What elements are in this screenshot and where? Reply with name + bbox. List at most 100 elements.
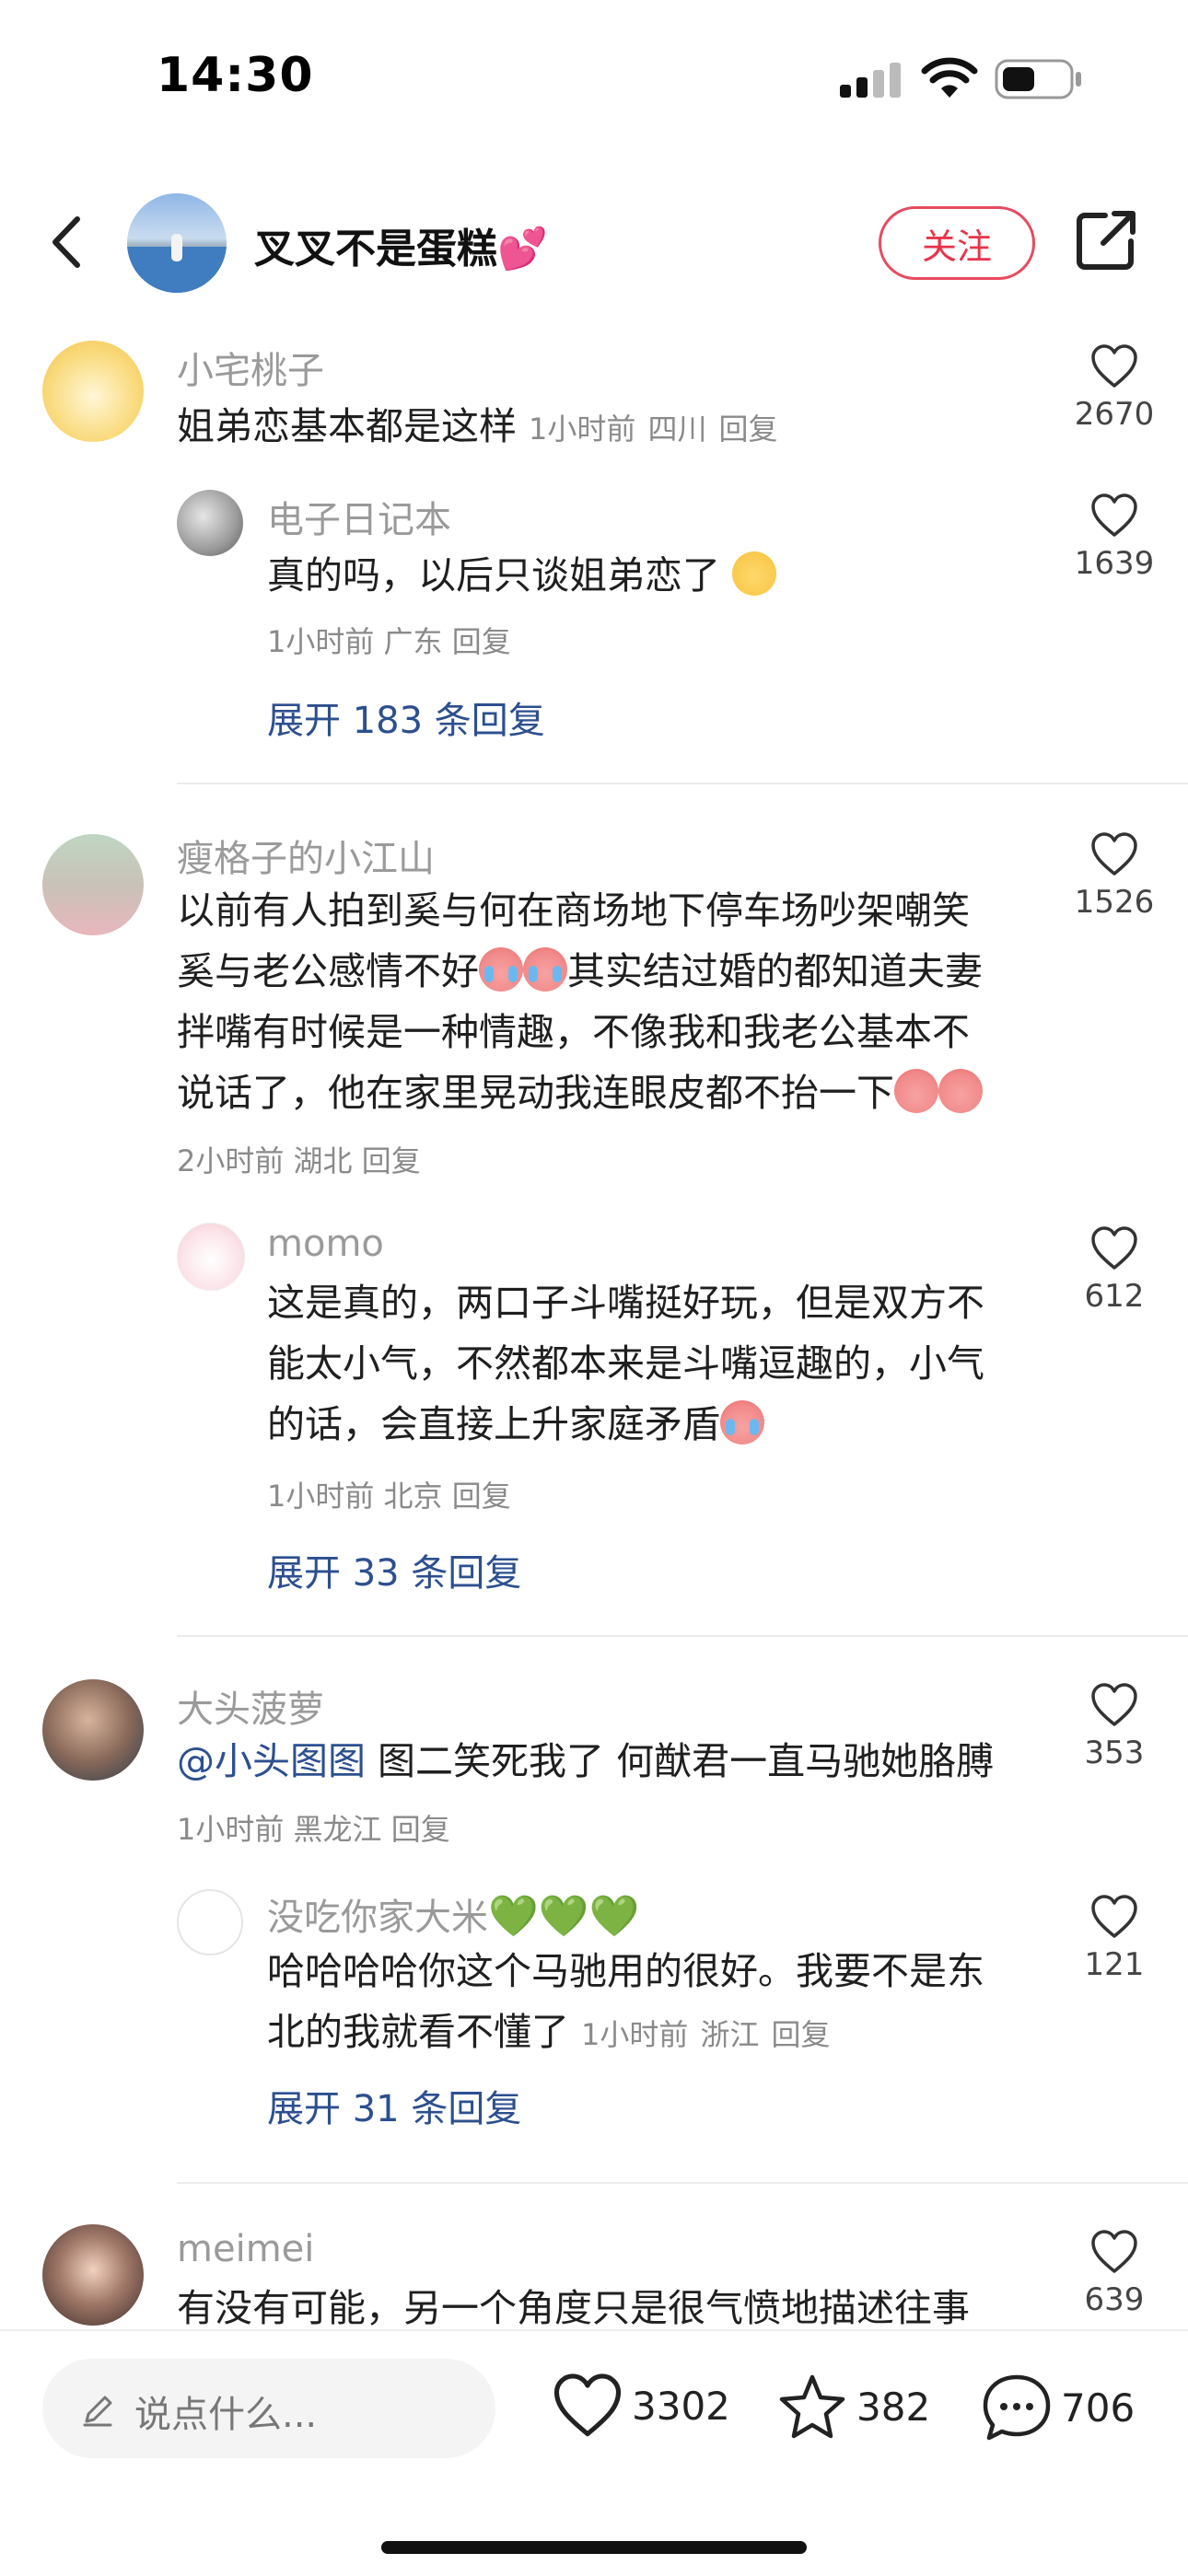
reply-time: 1小时前	[581, 2017, 689, 2052]
comment-line: 拌嘴有时候是一种情趣，不像我和我老公基本不	[177, 1010, 970, 1054]
comment-text[interactable]: 以前有人拍到奚与何在商场地下停车场吵架嘲笑 奚与老公感情不好 其实结过婚的都知道夫…	[177, 880, 1042, 1123]
share-icon[interactable]	[1074, 208, 1138, 273]
green-hearts: 💚💚💚	[488, 1893, 640, 1940]
home-indicator[interactable]	[381, 2541, 807, 2554]
status-time: 14:30	[157, 48, 314, 103]
reply-username[interactable]: 没吃你家大米💚💚💚	[267, 1887, 639, 1941]
status-bar: 14:30	[0, 0, 1188, 157]
heart-icon	[1091, 344, 1137, 388]
avatar[interactable]	[177, 1223, 245, 1291]
favorite-stat-button[interactable]: 382	[777, 2373, 930, 2440]
comment-input[interactable]: 说点什么...	[42, 2359, 495, 2458]
reply-link[interactable]: 回复	[362, 1143, 421, 1178]
reply-link[interactable]: 回复	[391, 1812, 450, 1847]
like-button[interactable]: 353	[1068, 1683, 1160, 1771]
mention-link[interactable]: @小头图图	[177, 1739, 366, 1783]
comment-line-part: 奚与老公感情不好	[177, 949, 479, 993]
comment-line: 以前有人拍到奚与何在商场地下停车场吵架嘲笑	[177, 888, 970, 933]
reply-link[interactable]: 回复	[719, 412, 778, 447]
heart-icon	[1091, 1683, 1137, 1726]
follow-button[interactable]: 关注	[879, 206, 1035, 280]
like-button[interactable]: 1639	[1068, 493, 1160, 582]
reply-text[interactable]: 这是真的，两口子斗嘴挺好玩，但是双方不 能太小气，不然都本来是斗嘴逗趣的，小气 …	[267, 1272, 1022, 1455]
expand-replies-button[interactable]: 展开 33 条回复	[267, 1543, 521, 1596]
comment-bubble-icon	[983, 2374, 1051, 2441]
comment-time: 2小时前	[177, 1143, 285, 1178]
emoji-icon	[894, 1069, 938, 1113]
emoji-icon	[938, 1069, 983, 1113]
reply-meta: 1小时前 广东 回复	[267, 619, 511, 661]
reply-line: 能太小气，不然都本来是斗嘴逗趣的，小气	[267, 1341, 984, 1386]
reply-line-part: 的话，会直接上升家庭矛盾	[267, 1402, 720, 1446]
comment-time: 1小时前	[177, 1812, 285, 1847]
like-button[interactable]: 639	[1068, 2230, 1160, 2318]
comment-location: 四川	[647, 412, 707, 447]
crying-emoji-icon	[523, 947, 567, 992]
comment-username[interactable]: meimei	[177, 2228, 314, 2270]
avatar[interactable]	[177, 1889, 243, 1955]
heart-icon	[1091, 2230, 1137, 2273]
comment-stat-button[interactable]: 706	[982, 2373, 1135, 2442]
like-button[interactable]: 612	[1068, 1226, 1160, 1315]
like-button[interactable]: 2670	[1068, 344, 1160, 433]
like-count: 2670	[1074, 396, 1155, 433]
reply-link[interactable]: 回复	[452, 1479, 511, 1514]
avatar[interactable]	[42, 2224, 144, 2326]
emoji-icon	[732, 551, 777, 596]
like-button[interactable]: 121	[1068, 1895, 1160, 1983]
like-stat-button[interactable]: 3302	[553, 2373, 730, 2438]
comment-meta: 2小时前 湖北 回复	[177, 1138, 421, 1180]
comment-total: 706	[1061, 2385, 1136, 2431]
reply-text[interactable]: 真的吗，以后只谈姐弟恋了	[267, 545, 777, 606]
comment-line: 奚与老公感情不好 其实结过婚的都知道夫妻	[177, 941, 1042, 1002]
avatar[interactable]	[42, 834, 144, 935]
like-count: 121	[1084, 1946, 1145, 1983]
reply-username[interactable]: momo	[267, 1223, 384, 1265]
favorite-total: 382	[856, 2384, 931, 2430]
back-icon[interactable]	[37, 210, 101, 274]
heart-icon	[553, 2373, 622, 2437]
reply-link[interactable]: 回复	[772, 2017, 831, 2052]
wifi-icon	[921, 57, 978, 98]
reply-body: 真的吗，以后只谈姐弟恋了	[267, 553, 720, 598]
reply-link[interactable]: 回复	[452, 624, 511, 659]
comment-meta: 1小时前 黑龙江 回复	[177, 1806, 450, 1849]
like-count: 1639	[1074, 545, 1155, 582]
reply-line: 这是真的，两口子斗嘴挺好玩，但是双方不	[267, 1281, 984, 1325]
comment-time: 1小时前	[529, 412, 636, 447]
comment-location: 黑龙江	[293, 1812, 382, 1847]
comment-username[interactable]: 瘦格子的小江山	[177, 829, 435, 882]
like-total: 3302	[632, 2383, 730, 2429]
avatar[interactable]	[42, 1679, 144, 1781]
comment-username[interactable]: 小宅桃子	[177, 341, 324, 394]
author-avatar[interactable]	[127, 193, 227, 293]
reply-line: 北的我就看不懂了 1小时前 浙江 回复	[267, 2002, 1022, 2065]
comment-text[interactable]: @小头图图 图二笑死我了 何猷君一直马驰她胳膊	[177, 1731, 994, 1792]
expand-replies-button[interactable]: 展开 183 条回复	[267, 690, 545, 744]
comment-username[interactable]: 大头菠萝	[177, 1679, 324, 1733]
reply-text[interactable]: 哈哈哈哈你这个马驰用的很好。我要不是东 北的我就看不懂了 1小时前 浙江 回复	[267, 1941, 1022, 2065]
heart-icon	[1091, 1226, 1137, 1270]
reply-line-part: 北的我就看不懂了	[267, 2010, 569, 2054]
expand-replies-button[interactable]: 展开 31 条回复	[267, 2079, 521, 2132]
heart-icon	[1091, 493, 1137, 537]
avatar[interactable]	[42, 341, 144, 442]
comment-line: 说话了，他在家里晃动我连眼皮都不抬一下	[177, 1062, 1042, 1123]
bottom-bar: 说点什么... 3302 382 706	[0, 2329, 1188, 2576]
like-count: 639	[1084, 2281, 1145, 2318]
comment-text[interactable]: 姐弟恋基本都是这样 1小时前 四川 回复	[177, 396, 778, 459]
like-button[interactable]: 1526	[1068, 832, 1160, 921]
like-count: 612	[1084, 1278, 1145, 1315]
reply-line: 的话，会直接上升家庭矛盾	[267, 1394, 1022, 1455]
reply-location: 北京	[383, 1479, 443, 1514]
author-name[interactable]: 叉叉不是蛋糕💕	[254, 215, 548, 274]
header: 叉叉不是蛋糕💕 关注	[0, 184, 1188, 304]
avatar[interactable]	[177, 490, 243, 556]
reply-meta: 1小时前 北京 回复	[267, 1473, 511, 1515]
pencil-icon	[83, 2396, 112, 2427]
reply-username-text: 没吃你家大米	[267, 1897, 488, 1939]
comment-body: 图二笑死我了 何猷君一直马驰她胳膊	[366, 1739, 995, 1783]
divider	[177, 1635, 1188, 1637]
comment-location: 湖北	[293, 1143, 353, 1178]
reply-username[interactable]: 电子日记本	[267, 490, 451, 543]
